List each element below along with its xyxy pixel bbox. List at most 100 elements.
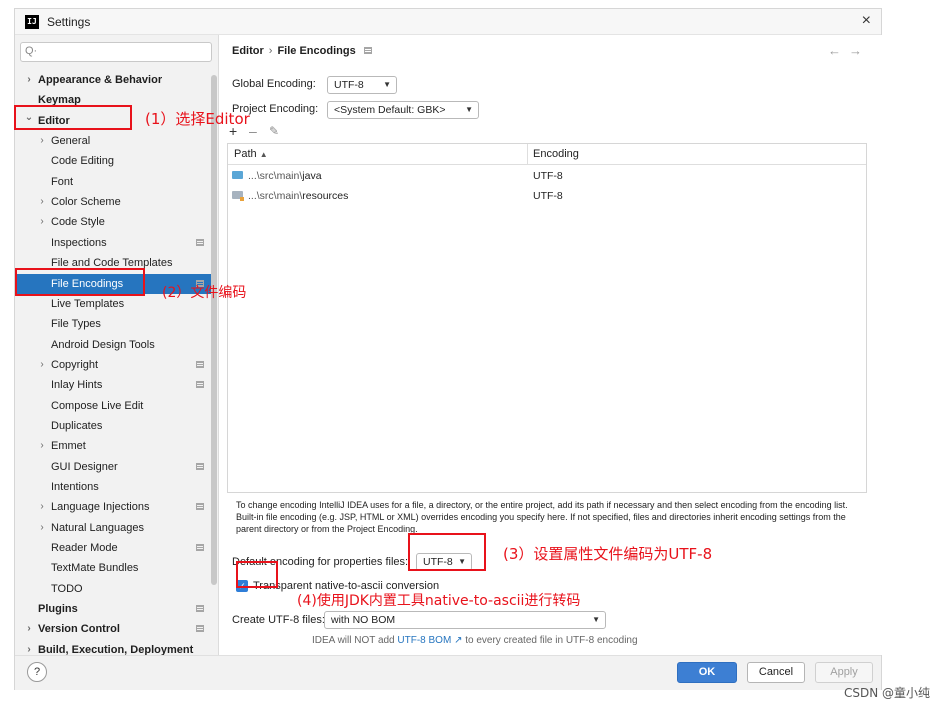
intellij-app-icon: IJ [25,15,39,29]
chevron-down-icon: ▼ [465,105,473,114]
sidebar-item-label: Color Scheme [51,196,121,209]
sidebar-item-language-injections[interactable]: › Language Injections [15,497,211,517]
sidebar-item-natural-languages[interactable]: › Natural Languages [15,518,211,538]
sidebar-item-textmate-bundles[interactable]: TextMate Bundles [15,558,211,578]
hint-text-after: to every created file in UTF-8 encoding [462,635,638,646]
project-encoding-select[interactable]: <System Default: GBK> ▼ [327,101,479,119]
sidebar-item-plugins[interactable]: Plugins [15,599,211,619]
utf8-bom-link[interactable]: UTF-8 BOM ↗ [397,635,462,646]
cancel-button[interactable]: Cancel [747,662,805,683]
create-utf8-label: Create UTF-8 files: [232,614,325,626]
sidebar-item-label: Appearance & Behavior [38,74,163,86]
back-arrow-icon[interactable]: ← [828,43,849,58]
help-icon[interactable]: ? [27,662,47,682]
row-encoding[interactable]: UTF-8 [533,170,563,182]
sidebar-item-reader-mode[interactable]: Reader Mode [15,538,211,558]
sidebar-item-code-style[interactable]: › Code Style [15,212,211,232]
sidebar-item-general[interactable]: › General [15,131,211,151]
annotation-box-checkbox [236,561,278,588]
apply-button[interactable]: Apply [815,662,873,683]
csdn-watermark: CSDN @童小纯 [843,686,930,700]
sidebar-item-font[interactable]: Font [15,172,211,192]
source-folder-icon [232,171,243,179]
table-row[interactable]: ...\src\main\java UTF-8 [228,166,866,186]
window-title: Settings [47,15,91,29]
sidebar-scrollbar[interactable] [211,75,217,585]
global-encoding-value: UTF-8 [334,79,364,91]
sidebar-item-label: Code Style [51,216,105,229]
sidebar-item-label: Copyright [51,358,99,371]
annotation-box-editor [14,105,132,130]
resources-folder-icon [232,191,244,201]
sidebar-item-appearance-behavior[interactable]: › Appearance & Behavior [15,70,211,90]
annotation-box-properties-encoding [408,533,486,571]
encoding-column-header[interactable]: Encoding [533,148,579,160]
chevron-right-icon[interactable]: › [37,497,47,517]
sidebar-item-file-types[interactable]: File Types [15,314,211,334]
sidebar-item-code-editing[interactable]: Code Editing [15,151,211,171]
sidebar-item-label: Language Injections [51,501,150,514]
sidebar-item-label: TODO [51,582,83,595]
chevron-right-icon[interactable]: › [24,640,34,655]
table-row[interactable]: ...\src\main\resources UTF-8 [228,186,866,206]
chevron-right-icon[interactable]: › [37,212,47,232]
annotation-1: (1）选择Editor [145,110,250,128]
sidebar-item-label: Code Editing [51,155,114,168]
remove-icon[interactable]: – [249,123,257,139]
forward-arrow-icon[interactable]: → [849,43,870,58]
project-scope-icon [196,625,204,633]
sidebar-item-intentions[interactable]: Intentions [15,477,211,497]
global-encoding-select[interactable]: UTF-8 ▼ [327,76,397,94]
sidebar-item-inspections[interactable]: Inspections [15,233,211,253]
sidebar-item-inlay-hints[interactable]: Inlay Hints [15,375,211,395]
row-path: ...\src\main\resources [248,190,349,202]
sidebar-item-android-design-tools[interactable]: Android Design Tools [15,335,211,355]
search-input[interactable]: Q· [20,42,212,62]
annotation-4: (4)使用JDK内置工具native-to-ascii进行转码 [297,593,581,609]
sidebar-item-copyright[interactable]: › Copyright [15,355,211,375]
sidebar-item-build-execution-deployment[interactable]: › Build, Execution, Deployment [15,640,211,655]
sidebar-item-duplicates[interactable]: Duplicates [15,416,211,436]
breadcrumb-current: File Encodings [277,45,356,57]
chevron-down-icon: ▼ [592,615,600,624]
sidebar-item-version-control[interactable]: › Version Control [15,619,211,639]
sidebar-item-compose-live-edit[interactable]: Compose Live Edit [15,396,211,416]
sidebar-item-color-scheme[interactable]: › Color Scheme [15,192,211,212]
chevron-down-icon: ▼ [383,80,391,89]
path-column-header[interactable]: Path ▲ [234,148,268,160]
sidebar-item-label: Version Control [38,623,120,636]
chevron-right-icon[interactable]: › [37,355,47,375]
sidebar-item-emmet[interactable]: › Emmet [15,436,211,456]
sidebar-item-label: Live Templates [51,297,125,310]
chevron-right-icon[interactable]: › [24,619,34,639]
create-utf8-value: with NO BOM [331,614,396,626]
sidebar-item-label: GUI Designer [51,460,118,473]
close-icon[interactable]: × [862,12,871,30]
chevron-right-icon[interactable]: › [37,436,47,456]
sidebar-item-label: Emmet [51,440,86,453]
sidebar-item-todo[interactable]: TODO [15,579,211,599]
annotation-2: (2）文件编码 [162,285,247,301]
breadcrumb-editor[interactable]: Editor [232,45,264,57]
sidebar-item-label: Duplicates [51,419,103,432]
chevron-right-icon[interactable]: › [37,192,47,212]
chevron-right-icon[interactable]: › [37,131,47,151]
row-path: ...\src\main\java [248,170,322,182]
sidebar-item-label: Intentions [51,481,99,493]
chevron-right-icon[interactable]: › [24,70,34,90]
annotation-3: (3）设置属性文件编码为UTF-8 [503,545,713,563]
project-scope-icon [196,462,204,470]
bom-hint: IDEA will NOT add UTF-8 BOM ↗ to every c… [312,635,638,646]
chevron-right-icon[interactable]: › [37,518,47,538]
project-scope-icon [196,238,204,246]
column-divider[interactable] [527,144,528,165]
edit-icon[interactable]: ✎ [269,124,279,138]
row-encoding[interactable]: UTF-8 [533,190,563,202]
sidebar-item-label: Android Design Tools [51,338,155,351]
navigation-arrows: ←→ [828,43,870,58]
sidebar-item-gui-designer[interactable]: GUI Designer [15,457,211,477]
create-utf8-select[interactable]: with NO BOM ▼ [324,611,606,629]
ok-button[interactable]: OK [677,662,737,683]
global-encoding-label: Global Encoding: [232,78,316,90]
project-encoding-value: <System Default: GBK> [334,104,446,116]
